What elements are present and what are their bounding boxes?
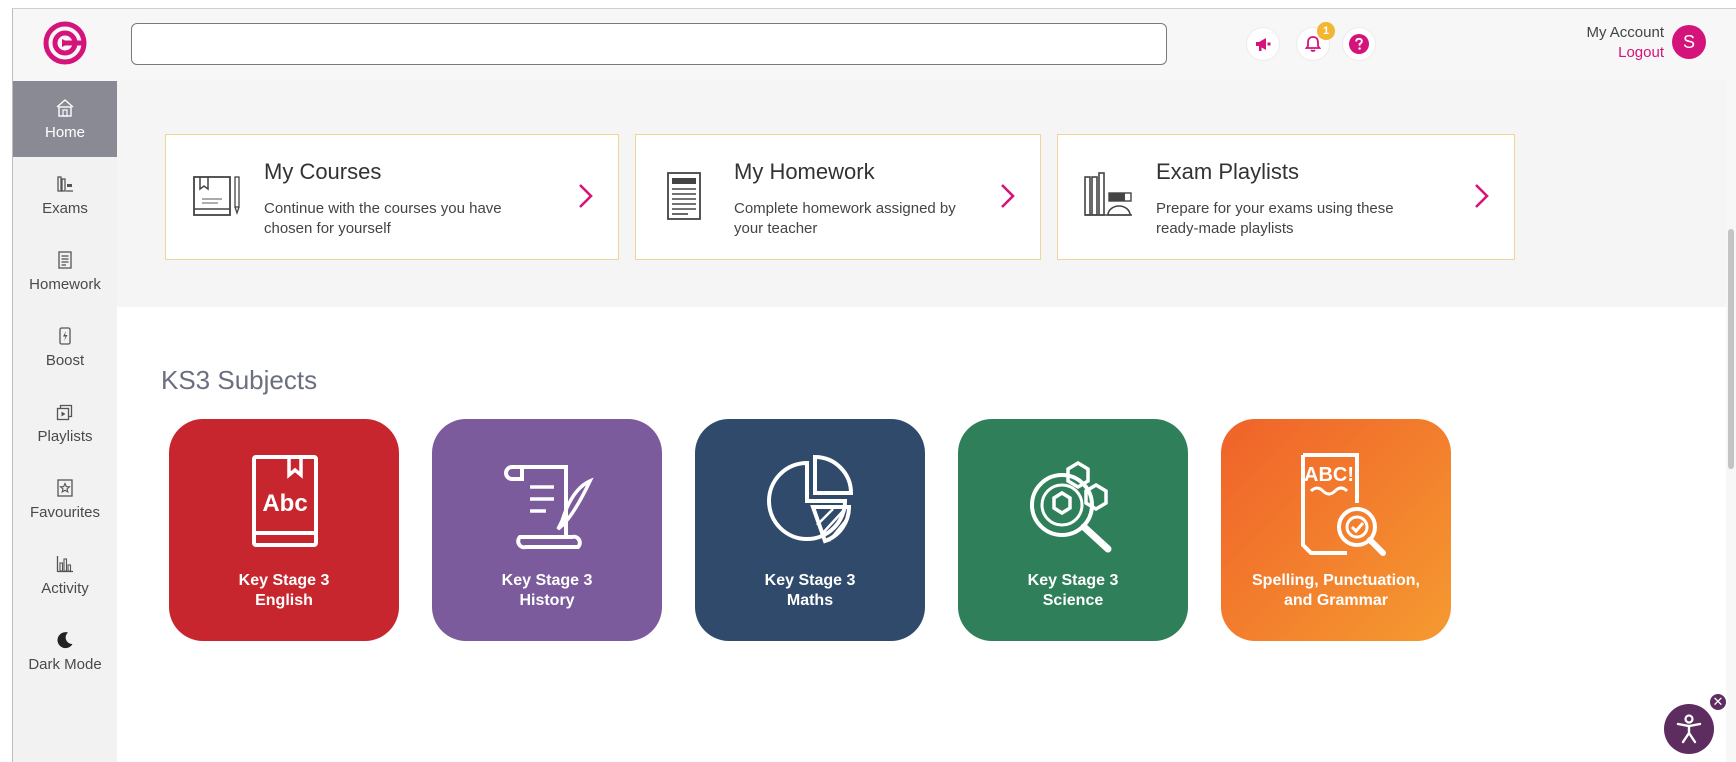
sidebar-item-label: Playlists bbox=[37, 427, 93, 445]
sidebar: Home Exams Homework Boost Playlists Favo… bbox=[13, 81, 117, 762]
main-content: My Courses Continue with the courses you… bbox=[117, 81, 1736, 762]
search-input[interactable] bbox=[131, 23, 1167, 65]
tile-label: Key Stage 3 History bbox=[501, 572, 593, 609]
help-icon bbox=[1349, 34, 1369, 54]
subject-tile-science[interactable]: Key Stage 3 Science bbox=[958, 419, 1188, 641]
exam-playlists-icon bbox=[1084, 172, 1132, 216]
abc-book-icon: Abc bbox=[252, 455, 318, 547]
exam-playlists-card[interactable]: Exam Playlists Prepare for your exams us… bbox=[1057, 134, 1515, 260]
card-description: Prepare for your exams using these ready… bbox=[1156, 200, 1394, 237]
homework-icon bbox=[55, 250, 75, 270]
sidebar-item-activity[interactable]: Activity bbox=[13, 537, 117, 613]
playlists-icon bbox=[55, 402, 75, 422]
sidebar-item-label: Home bbox=[44, 123, 85, 141]
sidebar-item-homework[interactable]: Homework bbox=[13, 233, 117, 309]
card-description: Complete homework assigned by your teach… bbox=[734, 200, 956, 237]
announcements-button[interactable] bbox=[1247, 28, 1279, 60]
home-icon bbox=[55, 98, 75, 118]
svg-text:ABC!: ABC! bbox=[1304, 464, 1354, 486]
boost-icon bbox=[55, 326, 75, 346]
sidebar-item-boost[interactable]: Boost bbox=[13, 309, 117, 385]
pie-chart-icon bbox=[767, 454, 854, 544]
top-bar: 1 My Account Logout S bbox=[13, 9, 1736, 81]
megaphone-icon bbox=[1256, 38, 1271, 51]
help-button[interactable] bbox=[1343, 28, 1375, 60]
card-title: My Homework bbox=[734, 159, 875, 184]
account-area: My Account Logout bbox=[1586, 23, 1664, 63]
tile-label: Key Stage 3 Maths bbox=[764, 572, 856, 609]
subject-tile-history[interactable]: Key Stage 3 History bbox=[432, 419, 662, 641]
chevron-right-icon bbox=[1001, 184, 1015, 208]
courses-book-icon bbox=[193, 176, 240, 216]
close-icon[interactable]: ✕ bbox=[1708, 692, 1728, 712]
svg-text:Abc: Abc bbox=[262, 490, 307, 517]
sidebar-item-label: Activity bbox=[41, 579, 89, 597]
sidebar-item-label: Boost bbox=[45, 351, 85, 369]
card-description: Continue with the courses you have chose… bbox=[264, 200, 502, 237]
scroll-quill-icon bbox=[504, 465, 594, 550]
sidebar-item-label: Exams bbox=[42, 199, 88, 217]
sidebar-item-favourites[interactable]: Favourites bbox=[13, 461, 117, 537]
sidebar-item-label: Favourites bbox=[29, 503, 101, 521]
sidebar-item-home[interactable]: Home bbox=[13, 81, 117, 157]
sidebar-item-label: Dark Mode bbox=[28, 655, 102, 673]
section-title: KS3 Subjects bbox=[161, 365, 318, 395]
my-courses-card[interactable]: My Courses Continue with the courses you… bbox=[165, 134, 619, 260]
homework-document-icon bbox=[667, 172, 701, 220]
sidebar-item-playlists[interactable]: Playlists bbox=[13, 385, 117, 461]
accessibility-person-icon bbox=[1676, 714, 1702, 744]
tile-label: Key Stage 3 Science bbox=[1027, 572, 1119, 609]
my-homework-card[interactable]: My Homework Complete homework assigned b… bbox=[635, 134, 1041, 260]
chevron-right-icon bbox=[579, 184, 593, 208]
app-window: 1 My Account Logout S Home Exams Homewor… bbox=[12, 8, 1736, 762]
card-title: Exam Playlists bbox=[1156, 159, 1300, 184]
moon-icon bbox=[55, 630, 75, 650]
exams-icon bbox=[55, 174, 75, 194]
notification-count-badge: 1 bbox=[1317, 22, 1335, 40]
molecule-magnifier-icon bbox=[1030, 460, 1112, 553]
brand-logo-icon[interactable] bbox=[43, 21, 87, 65]
card-title: My Courses bbox=[264, 159, 382, 184]
tile-label: Spelling, Punctuation, and Grammar bbox=[1252, 572, 1420, 609]
scrollbar-thumb[interactable] bbox=[1728, 229, 1734, 469]
notifications-button[interactable]: 1 bbox=[1297, 22, 1335, 60]
sidebar-item-exams[interactable]: Exams bbox=[13, 157, 117, 233]
subject-tile-spag[interactable]: ABC! Spelling, Punctuation, and Grammar bbox=[1221, 419, 1451, 641]
accessibility-button[interactable] bbox=[1664, 704, 1714, 754]
subject-tile-english[interactable]: Abc Key Stage 3 English bbox=[169, 419, 399, 641]
my-account-label[interactable]: My Account bbox=[1586, 23, 1664, 43]
avatar[interactable]: S bbox=[1672, 25, 1706, 59]
chevron-right-icon bbox=[1475, 184, 1489, 208]
sidebar-item-label: Homework bbox=[29, 275, 101, 293]
logout-link[interactable]: Logout bbox=[1586, 43, 1664, 63]
subject-tile-maths[interactable]: Key Stage 3 Maths bbox=[695, 419, 925, 641]
abc-page-magnifier-icon: ABC! bbox=[1301, 453, 1386, 556]
tile-label: Key Stage 3 English bbox=[238, 572, 330, 609]
favourites-icon bbox=[55, 478, 75, 498]
sidebar-item-dark-mode[interactable]: Dark Mode bbox=[13, 613, 117, 689]
activity-icon bbox=[55, 554, 75, 574]
scrollbar[interactable] bbox=[1726, 81, 1736, 762]
